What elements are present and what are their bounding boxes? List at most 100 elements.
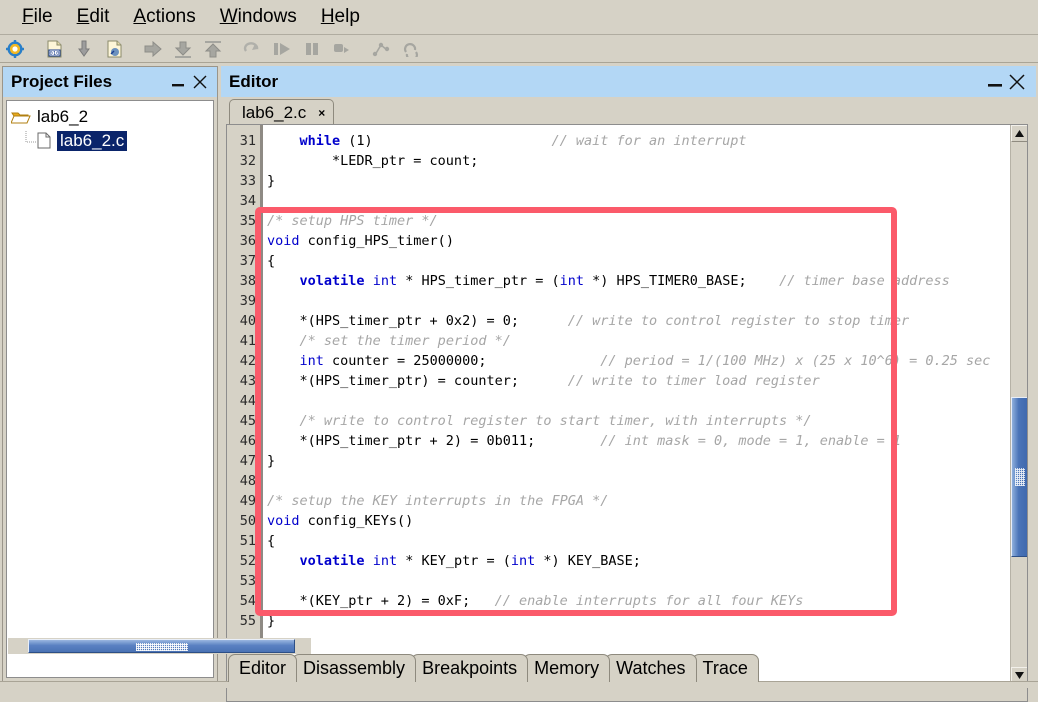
editor-close-button[interactable] — [1006, 71, 1028, 93]
code-line-text[interactable]: while (1) // wait for an interrupt — [260, 133, 1009, 149]
code-line-text[interactable]: int counter = 25000000; // period = 1/(1… — [260, 353, 1009, 369]
code-line[interactable]: 33} — [227, 171, 1009, 191]
code-line-text[interactable]: volatile int * KEY_ptr = (int *) KEY_BAS… — [260, 553, 1009, 569]
code-line[interactable]: 32 *LEDR_ptr = count; — [227, 151, 1009, 171]
tree-node-file-label[interactable]: lab6_2.c — [57, 131, 128, 151]
menu-item-actions[interactable]: Actions — [121, 4, 207, 30]
step-over-icon[interactable] — [331, 38, 353, 60]
step-into-icon[interactable] — [202, 38, 224, 60]
code-line[interactable]: 35/* setup HPS timer */ — [227, 211, 1009, 231]
code-line[interactable]: 48 — [227, 471, 1009, 491]
settings-gear-icon[interactable] — [4, 38, 26, 60]
toolbar: 010 — [0, 36, 1038, 63]
code-line[interactable]: 36 void config_HPS_timer() — [227, 231, 1009, 251]
code-line-text[interactable]: *(HPS_timer_ptr) = counter; // write to … — [260, 373, 1009, 389]
line-number: 35 — [239, 213, 256, 229]
code-line[interactable]: 41 /* set the timer period */ — [227, 331, 1009, 351]
code-line[interactable]: 44 — [227, 391, 1009, 411]
code-line[interactable]: 31 while (1) // wait for an interrupt — [227, 131, 1009, 151]
file-icon — [37, 132, 53, 150]
menu-item-file[interactable]: File — [10, 4, 65, 30]
line-number: 53 — [239, 573, 256, 589]
code-line[interactable]: 50 void config_KEYs() — [227, 511, 1009, 531]
step-out-icon[interactable] — [172, 38, 194, 60]
menu-item-edit[interactable]: Edit — [65, 4, 122, 30]
code-line-text[interactable]: /* write to control register to start ti… — [260, 413, 1009, 429]
menu-bar: File Edit Actions Windows Help — [0, 0, 1038, 35]
menu-item-help[interactable]: Help — [309, 4, 372, 30]
project-files-tree[interactable]: lab6_2 lab6_2.c — [6, 100, 214, 678]
editor-file-tab[interactable]: lab6_2.c × — [229, 99, 335, 125]
download-icon[interactable] — [73, 38, 95, 60]
bottom-tab-memory[interactable]: Memory — [523, 654, 611, 682]
bottom-tab-label: Watches — [616, 658, 686, 678]
refresh-icon[interactable] — [400, 38, 422, 60]
load-file-icon[interactable] — [103, 38, 125, 60]
line-number: 40 — [239, 313, 256, 329]
code-line-text[interactable]: { — [260, 533, 1009, 549]
code-line-text[interactable]: *LEDR_ptr = count; — [260, 153, 1009, 169]
code-line[interactable]: 37{ — [227, 251, 1009, 271]
code-line[interactable]: 45 /* write to control register to start… — [227, 411, 1009, 431]
code-line[interactable]: 54 *(KEY_ptr + 2) = 0xF; // enable inter… — [227, 591, 1009, 611]
project-files-minimize-button[interactable] — [167, 71, 189, 93]
branch-icon[interactable] — [370, 38, 392, 60]
code-line-text[interactable]: /* set the timer period */ — [260, 333, 1009, 349]
project-files-close-button[interactable] — [189, 71, 211, 93]
code-line-text[interactable]: } — [260, 613, 1009, 629]
compile-icon[interactable]: 010 — [43, 38, 65, 60]
pause-icon[interactable] — [301, 38, 323, 60]
code-line[interactable]: 46 *(HPS_timer_ptr + 2) = 0b011; // int … — [227, 431, 1009, 451]
tree-connector-icon — [23, 131, 37, 151]
code-viewport: 31 while (1) // wait for an interrupt 32 … — [227, 125, 1009, 683]
code-line-text[interactable]: void config_KEYs() — [260, 513, 1009, 529]
line-number: 48 — [239, 473, 256, 489]
continue-icon[interactable] — [142, 38, 164, 60]
code-line[interactable]: 51{ — [227, 531, 1009, 551]
editor-minimize-button[interactable] — [984, 71, 1006, 93]
code-line-text[interactable]: } — [260, 453, 1009, 469]
run-icon[interactable] — [271, 38, 293, 60]
hscroll-thumb-grip — [135, 643, 188, 651]
code-line[interactable]: 40 *(HPS_timer_ptr + 0x2) = 0; // write … — [227, 311, 1009, 331]
code-line-text[interactable]: *(HPS_timer_ptr + 0x2) = 0; // write to … — [260, 313, 1009, 329]
bottom-tab-breakpoints[interactable]: Breakpoints — [411, 654, 529, 682]
bottom-tab-disassembly[interactable]: Disassembly — [292, 654, 417, 682]
code-line[interactable]: 55} — [227, 611, 1009, 631]
code-vertical-scrollbar[interactable] — [1010, 125, 1027, 684]
code-line-text[interactable]: /* setup the KEY interrupts in the FPGA … — [260, 493, 1009, 509]
code-line[interactable]: 43 *(HPS_timer_ptr) = counter; // write … — [227, 371, 1009, 391]
tree-node-root[interactable]: lab6_2 — [10, 105, 213, 129]
menu-item-windows[interactable]: Windows — [208, 4, 309, 30]
tree-node-file[interactable]: lab6_2.c — [11, 129, 213, 153]
code-line-text[interactable]: volatile int * HPS_timer_ptr = (int *) H… — [260, 273, 1009, 289]
bottom-tab-trace[interactable]: Trace — [691, 654, 759, 682]
status-strip — [0, 681, 1038, 688]
bottom-tab-bar: Editor Disassembly Breakpoints Memory Watche… — [228, 650, 759, 682]
bottom-tab-label: Trace — [702, 658, 748, 678]
code-vertical-scroll-thumb[interactable] — [1011, 397, 1027, 557]
code-line[interactable]: 52 volatile int * KEY_ptr = (int *) KEY_… — [227, 551, 1009, 571]
code-line[interactable]: 49/* setup the KEY interrupts in the FPG… — [227, 491, 1009, 511]
code-line-text[interactable]: *(HPS_timer_ptr + 2) = 0b011; // int mas… — [260, 433, 1009, 449]
code-line[interactable]: 53 — [227, 571, 1009, 591]
code-line-text[interactable]: /* setup HPS timer */ — [260, 213, 1009, 229]
scroll-up-button[interactable] — [1011, 125, 1027, 142]
editor-file-tab-close-icon[interactable]: × — [318, 106, 325, 120]
code-line[interactable]: 47} — [227, 451, 1009, 471]
code-line[interactable]: 34 — [227, 191, 1009, 211]
bottom-tab-label: Disassembly — [303, 658, 406, 678]
code-line-text[interactable]: void config_HPS_timer() — [260, 233, 1009, 249]
code-line-text[interactable]: } — [260, 173, 1009, 189]
code-line[interactable]: 42 int counter = 25000000; // period = 1… — [227, 351, 1009, 371]
restart-icon[interactable] — [241, 38, 263, 60]
code-line-text[interactable]: *(KEY_ptr + 2) = 0xF; // enable interrup… — [260, 593, 1009, 609]
line-number: 46 — [239, 433, 256, 449]
line-number: 32 — [239, 153, 256, 169]
bottom-tab-watches[interactable]: Watches — [605, 654, 697, 682]
code-line-text[interactable]: { — [260, 253, 1009, 269]
code-line[interactable]: 39 — [227, 291, 1009, 311]
code-editor-pane[interactable]: 31 while (1) // wait for an interrupt 32 … — [226, 124, 1028, 702]
bottom-tab-editor[interactable]: Editor — [228, 654, 298, 682]
code-line[interactable]: 38 volatile int * HPS_timer_ptr = (int *… — [227, 271, 1009, 291]
